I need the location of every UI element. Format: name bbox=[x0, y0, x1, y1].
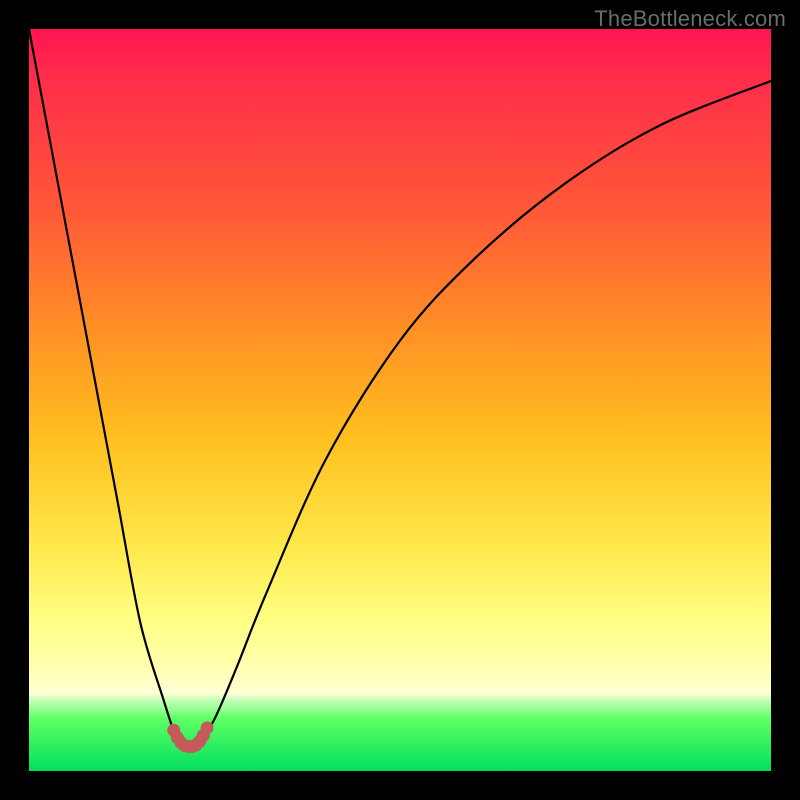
trough-marker-group bbox=[167, 721, 213, 753]
trough-dot bbox=[201, 721, 214, 734]
chart-svg bbox=[29, 29, 771, 771]
outer-frame: TheBottleneck.com bbox=[0, 0, 800, 800]
chart-plot-area bbox=[29, 29, 771, 771]
bottleneck-curve bbox=[29, 29, 771, 750]
